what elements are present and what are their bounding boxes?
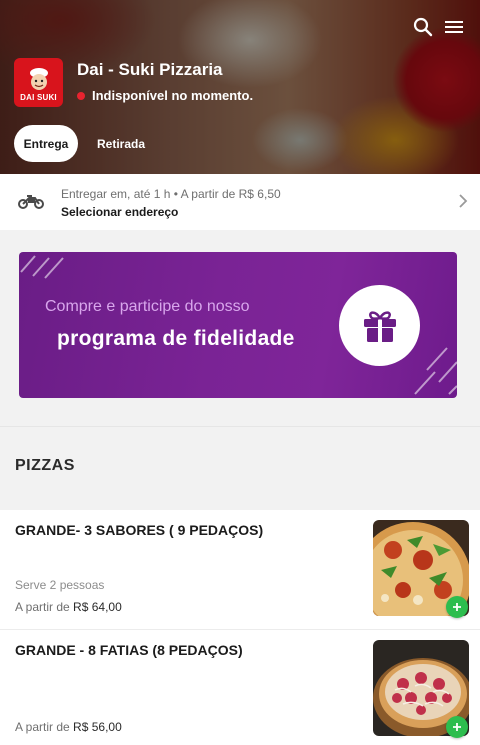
price-value: R$ 56,00 — [73, 720, 122, 734]
plus-icon — [453, 603, 461, 611]
product-price: A partir de R$ 56,00 — [15, 720, 122, 734]
product-name: GRANDE- 3 SABORES ( 9 PEDAÇOS) — [15, 522, 264, 538]
motorcycle-icon — [18, 195, 44, 209]
chevron-right-icon — [459, 194, 468, 208]
add-to-cart-button[interactable] — [446, 596, 468, 618]
add-to-cart-button[interactable] — [446, 716, 468, 738]
gift-badge — [339, 285, 420, 366]
price-value: R$ 64,00 — [73, 600, 122, 614]
product-serves: Serve 2 pessoas — [15, 578, 105, 592]
banner-title: programa de fidelidade — [57, 327, 295, 350]
select-address-label: Selecionar endereço — [61, 205, 179, 219]
store-logo: DAI SUKI — [14, 58, 63, 107]
tab-retirada[interactable]: Retirada — [88, 125, 154, 162]
product-item[interactable]: GRANDE- 3 SABORES ( 9 PEDAÇOS) Serve 2 p… — [0, 510, 480, 630]
delivery-info: Entregar em, até 1 h • A partir de R$ 6,… — [61, 187, 281, 201]
loyalty-program-banner[interactable]: Compre e participe do nosso programa de … — [19, 252, 457, 398]
product-price: A partir de R$ 64,00 — [15, 600, 122, 614]
status-dot-icon — [77, 91, 85, 100]
status-text: Indisponível no momento. — [92, 88, 254, 103]
product-name: GRANDE - 8 FATIAS (8 PEDAÇOS) — [15, 642, 243, 658]
store-status: Indisponível no momento. — [77, 88, 253, 103]
category-title: PIZZAS — [15, 457, 75, 474]
search-icon — [413, 17, 433, 37]
banner-subtitle: Compre e participe do nosso — [45, 298, 250, 315]
store-page: DAI SUKI Dai - Suki Pizzaria Indisponíve… — [0, 0, 480, 745]
store-name: Dai - Suki Pizzaria — [77, 60, 223, 79]
plus-icon — [453, 723, 461, 731]
product-item[interactable]: GRANDE - 8 FATIAS (8 PEDAÇOS) A partir d… — [0, 630, 480, 745]
category-header: PIZZAS — [0, 426, 480, 510]
gift-icon — [363, 310, 396, 342]
price-prefix: A partir de — [15, 720, 70, 734]
tab-entrega[interactable]: Entrega — [14, 125, 78, 162]
price-prefix: A partir de — [15, 600, 70, 614]
hamburger-menu-icon — [445, 21, 463, 33]
search-button[interactable] — [410, 14, 436, 40]
menu-button[interactable] — [441, 14, 467, 40]
store-header: DAI SUKI Dai - Suki Pizzaria Indisponíve… — [0, 0, 480, 174]
chef-mascot-icon — [29, 68, 48, 90]
logo-text: DAI SUKI — [20, 93, 57, 107]
delivery-address-row[interactable]: Entregar em, até 1 h • A partir de R$ 6,… — [0, 174, 480, 230]
